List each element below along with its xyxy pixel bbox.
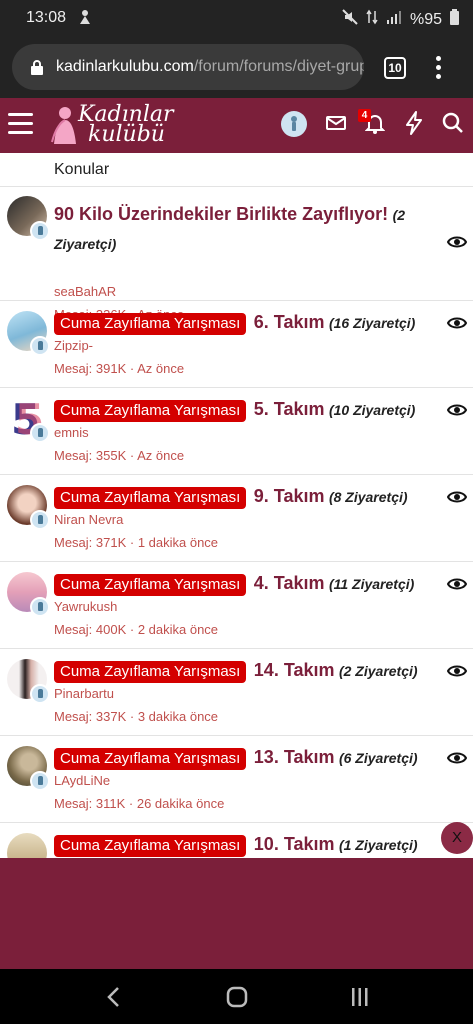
thread-row[interactable]: 55 Cuma Zayıflama Yarışması 5. Takım (10… (0, 388, 473, 475)
thread-row[interactable]: Cuma Zayıflama Yarışması 13. Takım (6 Zi… (0, 736, 473, 823)
user-avatar[interactable] (281, 111, 307, 142)
watch-eye-icon[interactable] (447, 490, 467, 504)
thread-meta: Mesaj: 371K · 1 dakika önce (54, 535, 219, 550)
thread-row[interactable]: Cuma Zayıflama Yarışması 4. Takım (11 Zi… (0, 562, 473, 649)
whats-new-icon[interactable] (405, 111, 423, 140)
visitor-avatar (30, 684, 50, 704)
status-bar: 13:08 %95 (0, 0, 473, 36)
thread-title-block: Cuma Zayıflama Yarışması 6. Takım (16 Zi… (54, 312, 415, 335)
logo-figure-icon (51, 107, 76, 144)
watch-eye-icon[interactable] (447, 403, 467, 417)
thread-author[interactable]: Yawrukush (54, 599, 117, 614)
logo-text-2: kulübü (88, 122, 165, 147)
watch-eye-icon[interactable] (447, 664, 467, 678)
thread-row[interactable]: 90 Kilo Üzerindekiler Birlikte Zayıflıyo… (0, 187, 473, 322)
status-time: 13:08 (26, 9, 67, 26)
thread-title-block: 90 Kilo Üzerindekiler Birlikte Zayıflıyo… (54, 200, 434, 259)
thread-title[interactable]: 13. Takım (254, 747, 335, 767)
thread-author[interactable]: Niran Nevra (54, 512, 123, 527)
thread-row[interactable]: Cuma Zayıflama Yarışması 9. Takım (8 Ziy… (0, 475, 473, 562)
thread-visitors: (8 Ziyaretçi) (328, 489, 408, 505)
thread-author[interactable]: Zipzip- (54, 338, 93, 353)
app-notification-icon (78, 9, 92, 30)
thread-meta: Mesaj: 391K · Az önce (54, 361, 185, 376)
tab-switcher-button[interactable]: 10 (384, 57, 406, 79)
watch-eye-icon[interactable] (447, 235, 467, 249)
thread-visitors: (11 Ziyaretçi) (328, 576, 415, 592)
ad-close-button[interactable]: X (441, 822, 473, 854)
thread-visitors: (1 Ziyaretçi) (338, 837, 418, 853)
watch-eye-icon[interactable] (447, 316, 467, 330)
thread-prefix-badge[interactable]: Cuma Zayıflama Yarışması (54, 399, 247, 422)
thread-list: Konular 90 Kilo Üzerindekiler Birlikte Z… (0, 153, 473, 858)
thread-row[interactable]: Cuma Zayıflama Yarışması 6. Takım (16 Zi… (0, 301, 473, 388)
visitor-avatar (30, 423, 50, 443)
thread-title-block: Cuma Zayıflama Yarışması 5. Takım (10 Zi… (54, 399, 415, 422)
thread-row[interactable]: Cuma Zayıflama Yarışması 14. Takım (2 Zi… (0, 649, 473, 736)
visitor-avatar (30, 221, 50, 241)
signal-icon (386, 10, 402, 29)
thread-author[interactable]: emnis (54, 425, 89, 440)
section-title: Konular (0, 153, 473, 187)
thread-title[interactable]: 90 Kilo Üzerindekiler Birlikte Zayıflıyo… (54, 204, 388, 224)
thread-prefix-badge[interactable]: Cuma Zayıflama Yarışması (54, 747, 247, 770)
recents-icon[interactable] (350, 987, 370, 1007)
ad-banner[interactable] (0, 858, 473, 969)
thread-prefix-badge[interactable]: Cuma Zayıflama Yarışması (54, 486, 247, 509)
notification-badge: 4 (358, 109, 371, 122)
site-header: Kadınlar kulübü (0, 98, 473, 153)
thread-title[interactable]: 14. Takım (254, 660, 335, 680)
url-path: /forum/forums/diyet-grupl (193, 58, 364, 75)
thread-title[interactable]: 5. Takım (254, 399, 325, 419)
thread-prefix-badge[interactable]: Cuma Zayıflama Yarışması (54, 312, 247, 335)
battery-icon (450, 9, 459, 30)
thread-meta: Mesaj: 337K · 3 dakika önce (54, 709, 219, 724)
watch-eye-icon[interactable] (447, 577, 467, 591)
thread-title[interactable]: 4. Takım (254, 573, 325, 593)
thread-title-block: Cuma Zayıflama Yarışması 4. Takım (11 Zi… (54, 573, 414, 596)
thread-prefix-badge[interactable]: Cuma Zayıflama Yarışması (54, 573, 247, 596)
thread-prefix-badge[interactable]: Cuma Zayıflama Yarışması (54, 834, 247, 857)
thread-title-block: Cuma Zayıflama Yarışması 10. Takım (1 Zi… (54, 834, 418, 857)
thread-title[interactable]: 10. Takım (254, 834, 335, 854)
thread-author[interactable]: Pinarbartu (54, 686, 114, 701)
thread-visitors: (6 Ziyaretçi) (338, 750, 418, 766)
thread-visitors: (16 Ziyaretçi) (328, 315, 416, 331)
site-logo[interactable]: Kadınlar kulübü (48, 102, 174, 148)
url-domain: kadinlarkulubu.com (56, 58, 194, 75)
thread-meta: Mesaj: 355K · Az önce (54, 448, 185, 463)
avatar[interactable] (7, 833, 47, 858)
browser-menu-button[interactable] (436, 56, 444, 83)
thread-prefix-badge[interactable]: Cuma Zayıflama Yarışması (54, 660, 247, 683)
home-icon[interactable] (226, 986, 248, 1008)
thread-visitors: (2 Ziyaretçi) (338, 663, 418, 679)
thread-meta: Mesaj: 400K · 2 dakika önce (54, 622, 219, 637)
visitor-avatar (30, 771, 50, 791)
messages-icon[interactable] (326, 115, 346, 136)
visitor-avatar (30, 510, 50, 530)
system-nav-bar (0, 969, 473, 1024)
thread-title-block: Cuma Zayıflama Yarışması 9. Takım (8 Ziy… (54, 486, 408, 509)
thread-title[interactable]: 9. Takım (254, 486, 325, 506)
thread-meta: Mesaj: 311K · 26 dakika önce (54, 796, 225, 811)
thread-title-block: Cuma Zayıflama Yarışması 14. Takım (2 Zi… (54, 660, 418, 683)
visitor-avatar (30, 597, 50, 617)
thread-author[interactable]: seaBahAR (54, 284, 116, 299)
thread-row[interactable]: Cuma Zayıflama Yarışması 10. Takım (1 Zi… (0, 823, 473, 858)
browser-toolbar: kadinlarkulubu.com/forum/forums/diyet-gr… (0, 36, 473, 98)
thread-visitors: (10 Ziyaretçi) (328, 402, 416, 418)
menu-icon[interactable] (8, 113, 33, 140)
thread-author[interactable]: LAydLiNe (54, 773, 110, 788)
battery-text: %95 (409, 10, 442, 28)
data-arrows-icon (366, 9, 378, 30)
mute-icon (342, 9, 358, 30)
thread-title[interactable]: 6. Takım (254, 312, 325, 332)
lock-icon (31, 60, 43, 75)
back-icon[interactable] (106, 986, 120, 1008)
search-icon[interactable] (442, 112, 464, 139)
thread-title-block: Cuma Zayıflama Yarışması 13. Takım (6 Zi… (54, 747, 418, 770)
address-bar[interactable]: kadinlarkulubu.com/forum/forums/diyet-gr… (12, 44, 364, 90)
watch-eye-icon[interactable] (447, 751, 467, 765)
visitor-avatar (30, 336, 50, 356)
